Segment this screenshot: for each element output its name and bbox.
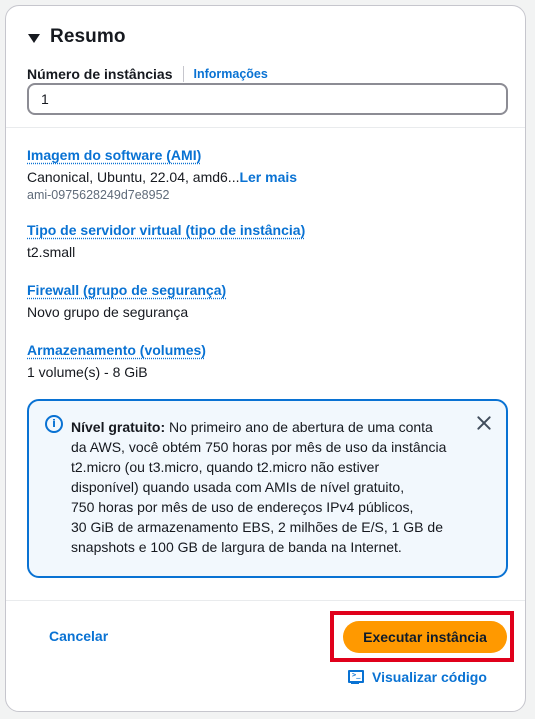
ami-title[interactable]: Imagem do software (AMI) — [27, 147, 201, 163]
firewall-title[interactable]: Firewall (grupo de segurança) — [27, 282, 226, 298]
instance-type-value: t2.small — [27, 244, 76, 260]
storage-title[interactable]: Armazenamento (volumes) — [27, 342, 206, 358]
instance-type-title[interactable]: Tipo de servidor virtual (tipo de instân… — [27, 222, 305, 238]
divider — [6, 127, 525, 128]
ami-id: ami-0975628249d7e8952 — [27, 188, 170, 202]
close-icon[interactable] — [474, 413, 494, 433]
ami-section: Imagem do software (AMI) Canonical, Ubun… — [27, 147, 297, 202]
instances-label: Número de instâncias — [27, 66, 173, 82]
alert-label: Nível gratuito: — [71, 419, 166, 435]
summary-panel: Resumo Número de instâncias Informações … — [5, 5, 526, 712]
launch-instance-button[interactable]: Executar instância — [343, 621, 507, 653]
cancel-button[interactable]: Cancelar — [49, 628, 108, 644]
caret-down-icon[interactable] — [28, 33, 40, 43]
summary-title: Resumo — [50, 26, 126, 47]
firewall-section: Firewall (grupo de segurança) Novo grupo… — [27, 282, 226, 323]
view-code-link[interactable]: >_ Visualizar código — [348, 669, 487, 685]
code-icon: >_ — [348, 670, 364, 684]
info-link[interactable]: Informações — [194, 67, 268, 81]
instances-input[interactable] — [27, 83, 508, 115]
view-code-label: Visualizar código — [372, 669, 487, 685]
alert-text: Nível gratuito: No primeiro ano de abert… — [71, 419, 447, 555]
storage-section: Armazenamento (volumes) 1 volume(s) - 8 … — [27, 342, 206, 383]
footer-divider — [6, 600, 525, 601]
instance-type-section: Tipo de servidor virtual (tipo de instân… — [27, 222, 305, 263]
label-separator — [182, 66, 184, 82]
read-more-link[interactable]: Ler mais — [239, 169, 297, 185]
ami-description: Canonical, Ubuntu, 22.04, amd6... — [27, 169, 240, 185]
free-tier-alert: i Nível gratuito: No primeiro ano de abe… — [27, 399, 508, 578]
instances-label-row: Número de instâncias Informações — [27, 66, 268, 82]
summary-header[interactable]: Resumo — [28, 26, 126, 48]
firewall-value: Novo grupo de segurança — [27, 304, 189, 320]
storage-value: 1 volume(s) - 8 GiB — [27, 364, 148, 380]
info-icon: i — [45, 415, 63, 433]
